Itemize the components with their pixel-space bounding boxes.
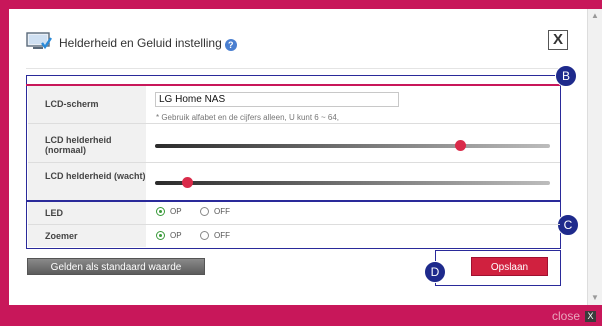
title-divider [26,68,570,69]
annotation-badge-b: B [555,65,577,87]
monitor-icon [26,32,52,50]
brightness-normal-label: LCD helderheid (normaal) [28,124,146,162]
reset-default-button[interactable]: Gelden als standaard waarde [27,258,205,275]
vertical-scrollbar[interactable]: ▲ ▼ [587,9,602,305]
bottom-bar: close X [0,305,602,326]
buzzer-off-label[interactable]: OFF [214,231,230,240]
save-button[interactable]: Opslaan [471,257,548,276]
brightness-normal-slider-thumb[interactable] [454,140,466,151]
footer-close-label[interactable]: close [552,309,580,323]
lcd-screen-input[interactable] [155,92,399,107]
brightness-wait-slider-thumb[interactable] [181,177,193,188]
annotation-badge-d: D [424,261,446,283]
led-on-label[interactable]: OP [170,207,182,216]
led-on-radio[interactable] [156,207,165,216]
lcd-screen-hint: * Gebruik alfabet en de cijfers alleen, … [156,113,339,122]
dialog-title: Helderheid en Geluid instelling? [59,36,237,51]
led-off-label[interactable]: OFF [214,207,230,216]
scroll-up-arrow-icon[interactable]: ▲ [591,12,599,20]
buzzer-on-radio[interactable] [156,231,165,240]
brightness-normal-slider[interactable] [155,144,550,148]
buzzer-on-label[interactable]: OP [170,231,182,240]
footer-close-icon[interactable]: X [585,311,596,322]
buzzer-off-radio[interactable] [200,231,209,240]
scroll-down-arrow-icon[interactable]: ▼ [591,294,599,302]
dialog-close-button[interactable]: X [548,30,568,50]
brightness-wait-slider[interactable] [155,181,550,185]
led-off-radio[interactable] [200,207,209,216]
led-label: LED [28,202,146,224]
annotation-badge-c: C [557,214,579,236]
top-frame-bar [0,0,602,9]
lcd-screen-label: LCD-scherm [28,86,146,123]
brightness-wait-label: LCD helderheid (wacht) [28,163,146,200]
dialog-title-text: Helderheid en Geluid instelling [59,36,222,50]
help-icon[interactable]: ? [224,39,237,51]
buzzer-label: Zoemer [28,225,146,247]
